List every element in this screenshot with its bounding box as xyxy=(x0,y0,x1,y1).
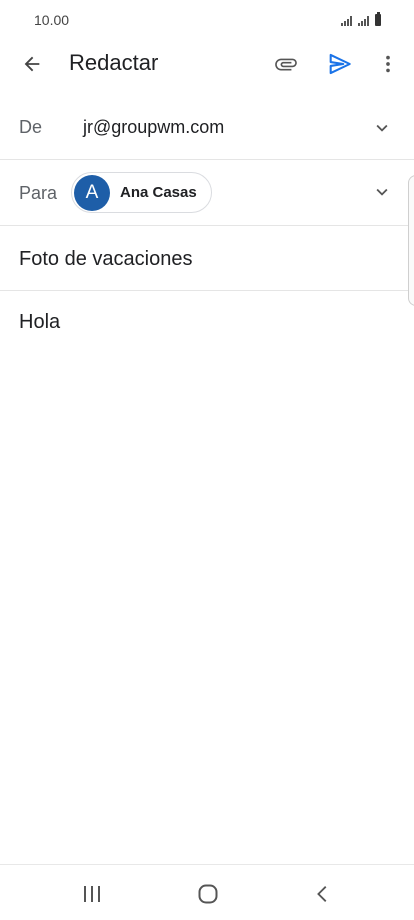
recents-icon xyxy=(84,886,100,902)
send-icon xyxy=(329,53,351,75)
nav-back-button[interactable] xyxy=(303,879,343,909)
more-vert-icon xyxy=(386,55,390,73)
subject-row[interactable]: Foto de vacaciones xyxy=(0,226,414,291)
status-icons xyxy=(341,12,381,26)
edge-panel-handle[interactable] xyxy=(408,175,414,306)
from-row: De jr@groupwm.com xyxy=(0,96,414,160)
signal-icon xyxy=(341,16,352,26)
home-icon xyxy=(198,884,218,904)
to-expand-button[interactable] xyxy=(368,178,396,206)
status-time: 10.00 xyxy=(34,12,70,28)
back-button[interactable] xyxy=(14,48,50,80)
send-button[interactable] xyxy=(322,48,358,80)
system-nav-bar xyxy=(0,864,414,920)
page-title: Redactar xyxy=(69,50,159,75)
from-label: De xyxy=(19,117,43,137)
from-value[interactable]: jr@groupwm.com xyxy=(83,117,224,138)
subject-field[interactable]: Foto de vacaciones xyxy=(19,248,192,271)
recents-button[interactable] xyxy=(72,879,112,909)
status-bar: 10.00 xyxy=(0,0,414,40)
home-button[interactable] xyxy=(188,879,228,909)
from-expand-button[interactable] xyxy=(368,114,396,142)
recipient-chip[interactable]: A Ana Casas xyxy=(71,172,212,213)
chevron-down-icon xyxy=(376,188,388,196)
more-options-button[interactable] xyxy=(372,48,404,80)
paperclip-icon xyxy=(275,58,297,71)
attach-button[interactable] xyxy=(268,48,304,80)
nav-back-icon xyxy=(317,886,327,902)
to-label: Para xyxy=(19,183,58,203)
recipient-name: Ana Casas xyxy=(120,184,197,201)
app-bar: Redactar xyxy=(0,40,414,88)
chevron-down-icon xyxy=(376,124,388,132)
to-row[interactable]: Para A Ana Casas xyxy=(0,160,414,226)
arrow-back-icon xyxy=(24,56,40,72)
battery-icon xyxy=(375,12,381,26)
avatar: A xyxy=(74,174,110,211)
body-field[interactable]: Hola xyxy=(19,311,60,334)
signal-icon-2 xyxy=(358,16,369,26)
